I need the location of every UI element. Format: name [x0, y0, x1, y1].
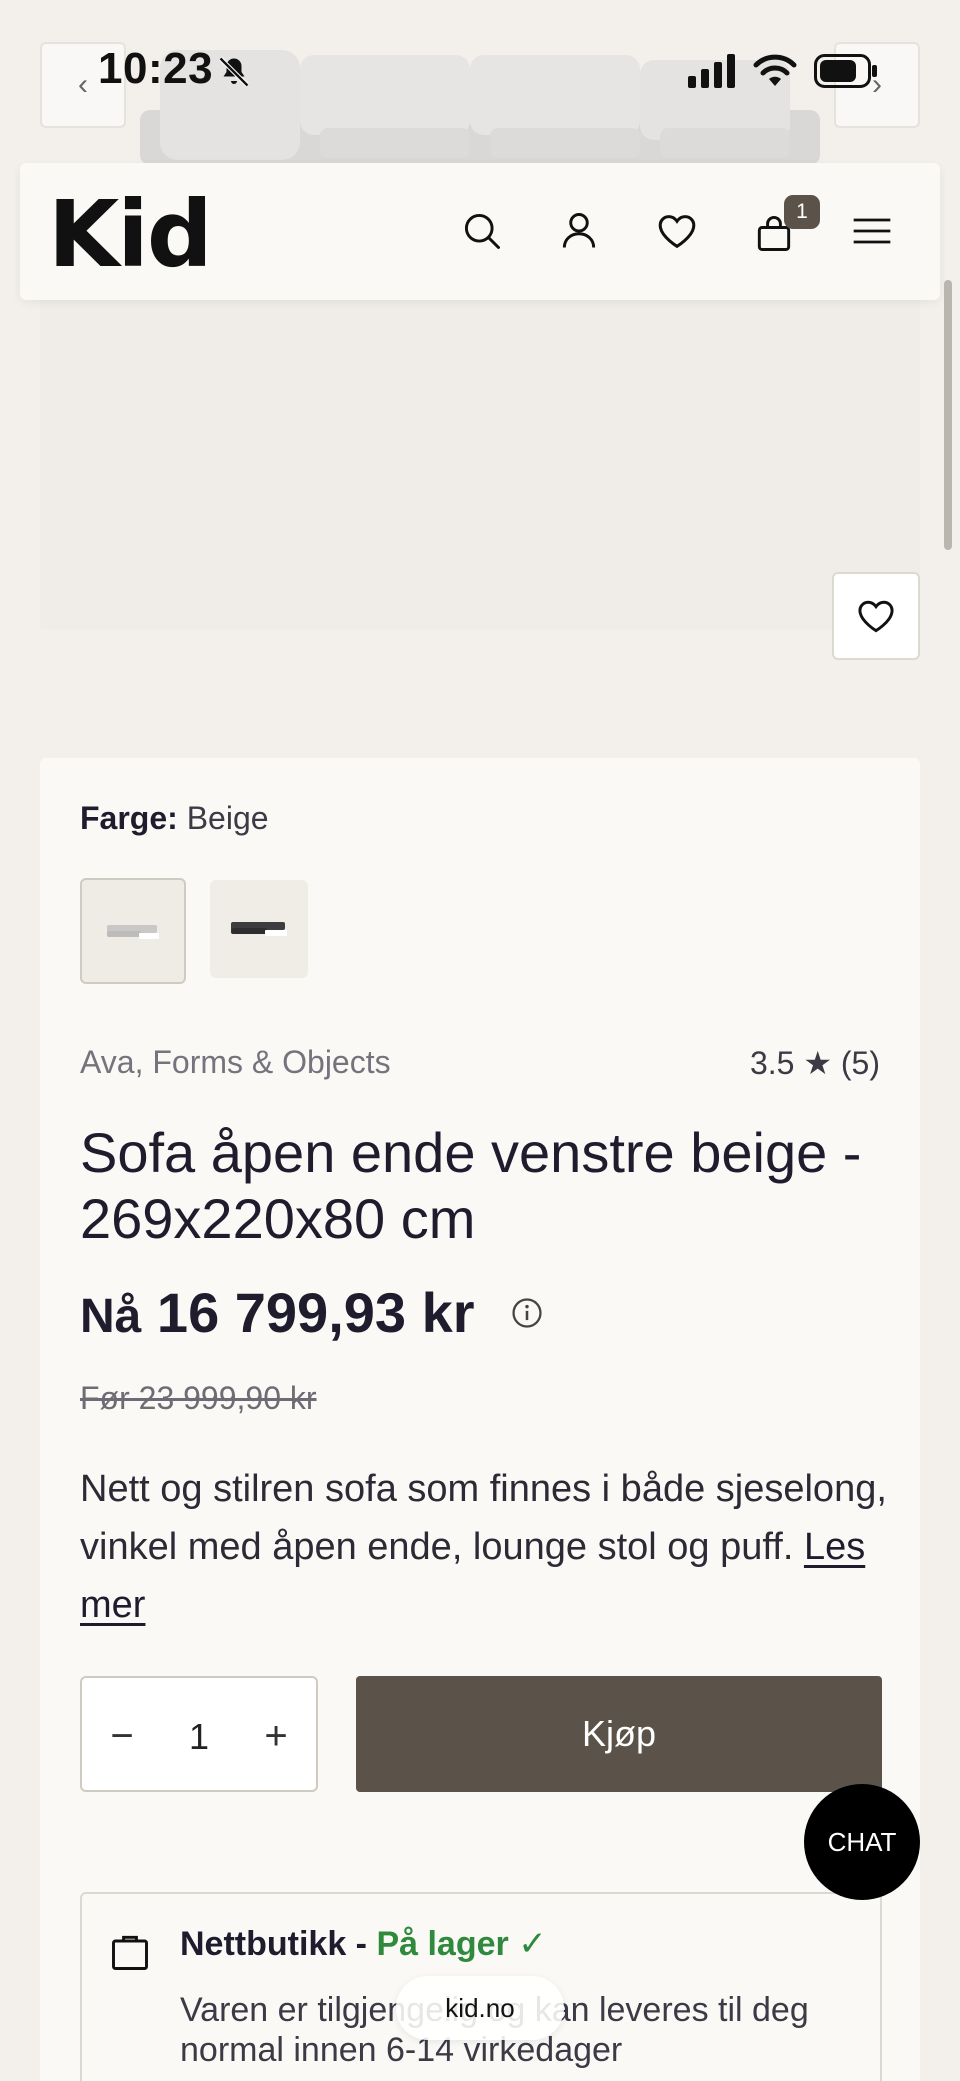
menu-icon: [853, 218, 891, 244]
rating-count: (5): [840, 1045, 880, 1081]
current-price: Nå 16 799,93 kr: [80, 1280, 475, 1345]
sofa-thumbnail-dark: [231, 922, 287, 936]
buy-button[interactable]: Kjøp: [356, 1676, 882, 1792]
browser-url-pill[interactable]: kid.no: [396, 1976, 564, 2040]
color-swatch-beige[interactable]: [80, 878, 186, 984]
site-header: Kid 1: [20, 163, 940, 300]
chevron-left-icon: ‹: [78, 68, 88, 101]
rating-value: 3.5: [749, 1045, 795, 1081]
info-icon[interactable]: [510, 1296, 544, 1330]
color-selector-label: Farge: Beige: [80, 800, 269, 837]
add-to-wishlist-button[interactable]: [832, 572, 920, 660]
description-text: Nett og stilren sofa som finnes i både s…: [80, 1468, 887, 1568]
account-button[interactable]: [549, 201, 609, 261]
sofa-thumbnail-beige: [107, 925, 159, 939]
increase-quantity-button[interactable]: +: [246, 1706, 306, 1766]
price-value: 16 799,93 kr: [156, 1281, 475, 1344]
stock-title: Nettbutikk - På lager ✓: [180, 1924, 547, 1964]
user-icon: [562, 213, 596, 248]
search-button[interactable]: [452, 201, 512, 261]
bell-slash-icon: [218, 56, 250, 88]
product-description: Nett og stilren sofa som finnes i både s…: [80, 1460, 900, 1634]
product-brand[interactable]: Ava, Forms & Objects: [80, 1044, 391, 1081]
color-label: Farge:: [80, 800, 178, 836]
page-scrollbar[interactable]: [944, 280, 952, 550]
stock-channel: Nettbutikk -: [180, 1925, 367, 1963]
wishlist-button[interactable]: [647, 201, 707, 261]
stock-status: På lager ✓: [376, 1925, 547, 1963]
wifi-icon: [753, 54, 797, 86]
color-value: Beige: [186, 800, 269, 836]
kid-logo[interactable]: Kid: [48, 181, 213, 288]
bag-icon: [112, 1935, 148, 1970]
chat-button[interactable]: CHAT: [804, 1784, 920, 1900]
heart-icon: [858, 600, 894, 633]
status-time: 10:23: [98, 44, 214, 93]
product-info-card: Farge: Beige Ava, Forms & Objects 3.5 ★ …: [40, 758, 920, 2081]
product-image-area: [40, 300, 920, 630]
battery-icon: [814, 54, 877, 88]
price-prefix: Nå: [80, 1290, 142, 1343]
previous-price: Før 23 999,90 kr: [80, 1380, 317, 1416]
color-swatch-dark[interactable]: [210, 880, 308, 978]
quantity-stepper: − 1 +: [80, 1676, 318, 1792]
menu-button[interactable]: [842, 201, 902, 261]
product-title: Sofa åpen ende venstre beige - 269x220x8…: [80, 1121, 862, 1250]
heart-icon: [658, 215, 696, 249]
cart-count-badge: 1: [784, 195, 820, 229]
product-rating[interactable]: 3.5 ★ (5): [750, 1044, 880, 1082]
star-icon: ★: [803, 1045, 832, 1081]
cellular-signal-icon: [688, 54, 735, 88]
cart-button[interactable]: 1: [744, 195, 820, 263]
search-icon: [464, 213, 500, 249]
